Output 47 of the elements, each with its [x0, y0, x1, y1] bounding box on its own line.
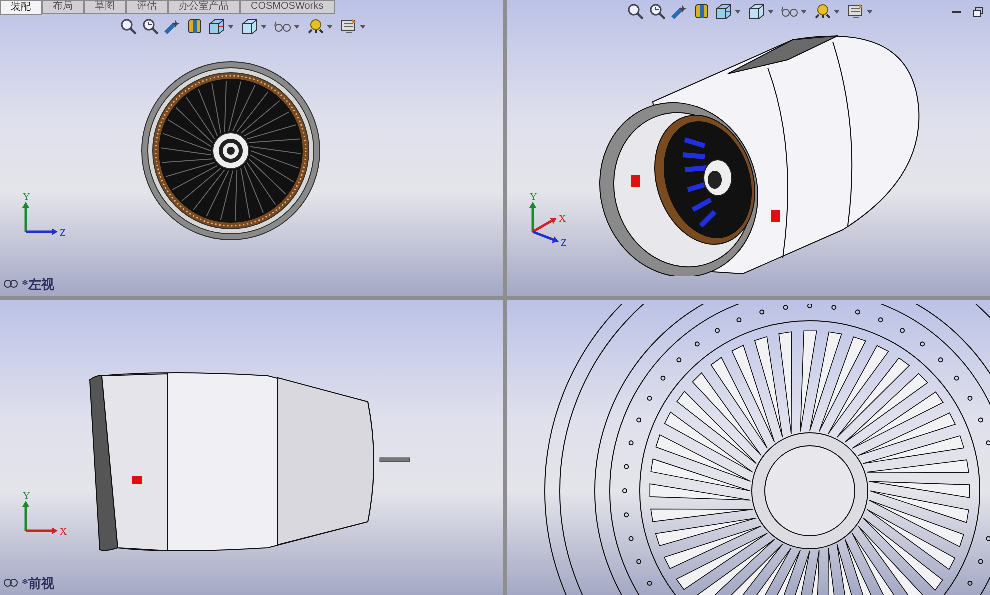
cube-icon[interactable] [715, 3, 733, 20]
wand-icon[interactable] [671, 3, 689, 20]
caret-icon[interactable] [735, 10, 741, 14]
caret-icon[interactable] [261, 24, 267, 28]
zoom-icon[interactable] [649, 3, 666, 20]
glasses-icon[interactable] [781, 6, 799, 18]
axis-label: X [60, 527, 68, 538]
tab[interactable]: 装配 [0, 0, 42, 15]
view-label: *左视 [22, 276, 54, 294]
tab[interactable]: 评估 [126, 0, 168, 14]
tab[interactable]: 办公室产品 [168, 0, 240, 14]
zoom-icon[interactable] [142, 18, 159, 35]
caret-icon[interactable] [801, 10, 807, 14]
axis-label: Y [23, 192, 30, 203]
axis-label: Z [60, 228, 66, 239]
tab[interactable]: 布局 [42, 0, 84, 14]
monitor-icon[interactable] [847, 3, 865, 20]
link-icon [4, 579, 18, 588]
cube-icon[interactable] [208, 18, 226, 35]
axis-label: Y [23, 491, 30, 502]
lamp-icon[interactable] [307, 18, 325, 35]
wand-icon[interactable] [164, 18, 182, 35]
caret-icon[interactable] [327, 24, 333, 28]
caret-icon[interactable] [768, 10, 774, 14]
view-label: *前视 [22, 574, 54, 592]
cylinder-icon[interactable] [187, 18, 203, 35]
lamp-icon[interactable] [814, 3, 832, 20]
monitor-icon[interactable] [340, 18, 358, 35]
caret-icon[interactable] [867, 10, 873, 14]
caret-icon[interactable] [294, 24, 300, 28]
cube-icon[interactable] [748, 3, 766, 20]
cube-icon[interactable] [241, 18, 259, 35]
caret-icon[interactable] [228, 24, 234, 28]
cylinder-icon[interactable] [694, 3, 710, 20]
tab[interactable]: 草图 [84, 0, 126, 14]
axis-label: Z [561, 238, 568, 248]
caret-icon[interactable] [360, 24, 366, 28]
caret-icon[interactable] [834, 10, 840, 14]
tab[interactable]: COSMOSWorks [240, 0, 335, 14]
zoom-icon[interactable] [627, 3, 644, 20]
minimize-icon[interactable] [952, 11, 961, 14]
restore-icon[interactable] [973, 7, 984, 18]
axis-label: X [559, 214, 566, 225]
zoom-icon[interactable] [120, 18, 137, 35]
axis-label: Y [530, 192, 538, 203]
glasses-icon[interactable] [274, 20, 292, 32]
link-icon [4, 280, 18, 288]
